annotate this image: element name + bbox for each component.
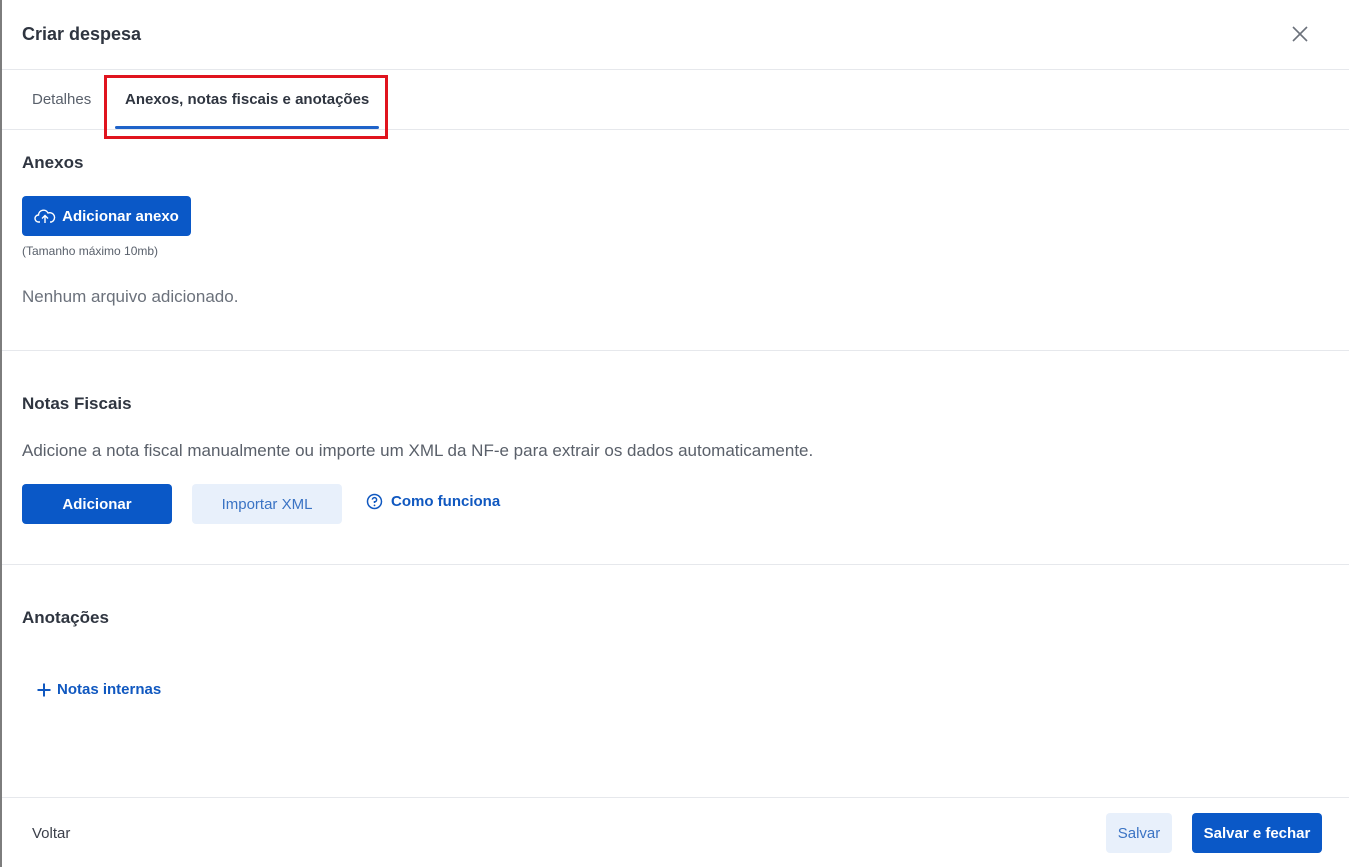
close-icon[interactable] [1288,22,1312,46]
max-size-note: (Tamanho máximo 10mb) [22,244,159,258]
modal-header: Criar despesa [2,0,1349,70]
modal-footer: Voltar Salvar Salvar e fechar [2,797,1349,867]
empty-attachments-text: Nenhum arquivo adicionado. [22,287,239,306]
add-invoice-button[interactable]: Adicionar [22,484,172,524]
add-attachment-button[interactable]: Adicionar anexo [22,196,191,236]
save-and-close-button[interactable]: Salvar e fechar [1192,813,1322,853]
save-button[interactable]: Salvar [1106,813,1172,853]
section-divider [2,564,1349,565]
anexos-section-title: Anexos [22,153,84,172]
notas-fiscais-section-title: Notas Fiscais [22,394,132,413]
section-divider [2,350,1349,351]
internal-notes-label: Notas internas [57,681,162,698]
create-expense-modal: Criar despesa Detalhes Anexos, notas fis… [0,0,1349,867]
add-internal-notes-link[interactable]: Notas internas [37,681,161,698]
highlight-annotation-box [104,75,388,139]
how-it-works-link[interactable]: Como funciona [366,493,500,510]
plus-icon [37,683,51,697]
cloud-upload-icon [34,207,56,225]
anotacoes-section-title: Anotações [22,608,109,627]
tab-detalhes[interactable]: Detalhes [32,91,91,108]
how-it-works-label: Como funciona [391,493,501,510]
help-circle-icon [366,493,383,510]
back-button[interactable]: Voltar [32,825,70,842]
import-xml-button[interactable]: Importar XML [192,484,342,524]
modal-title: Criar despesa [22,24,142,44]
notas-fiscais-description: Adicione a nota fiscal manualmente ou im… [22,441,814,460]
add-attachment-label: Adicionar anexo [62,207,179,225]
